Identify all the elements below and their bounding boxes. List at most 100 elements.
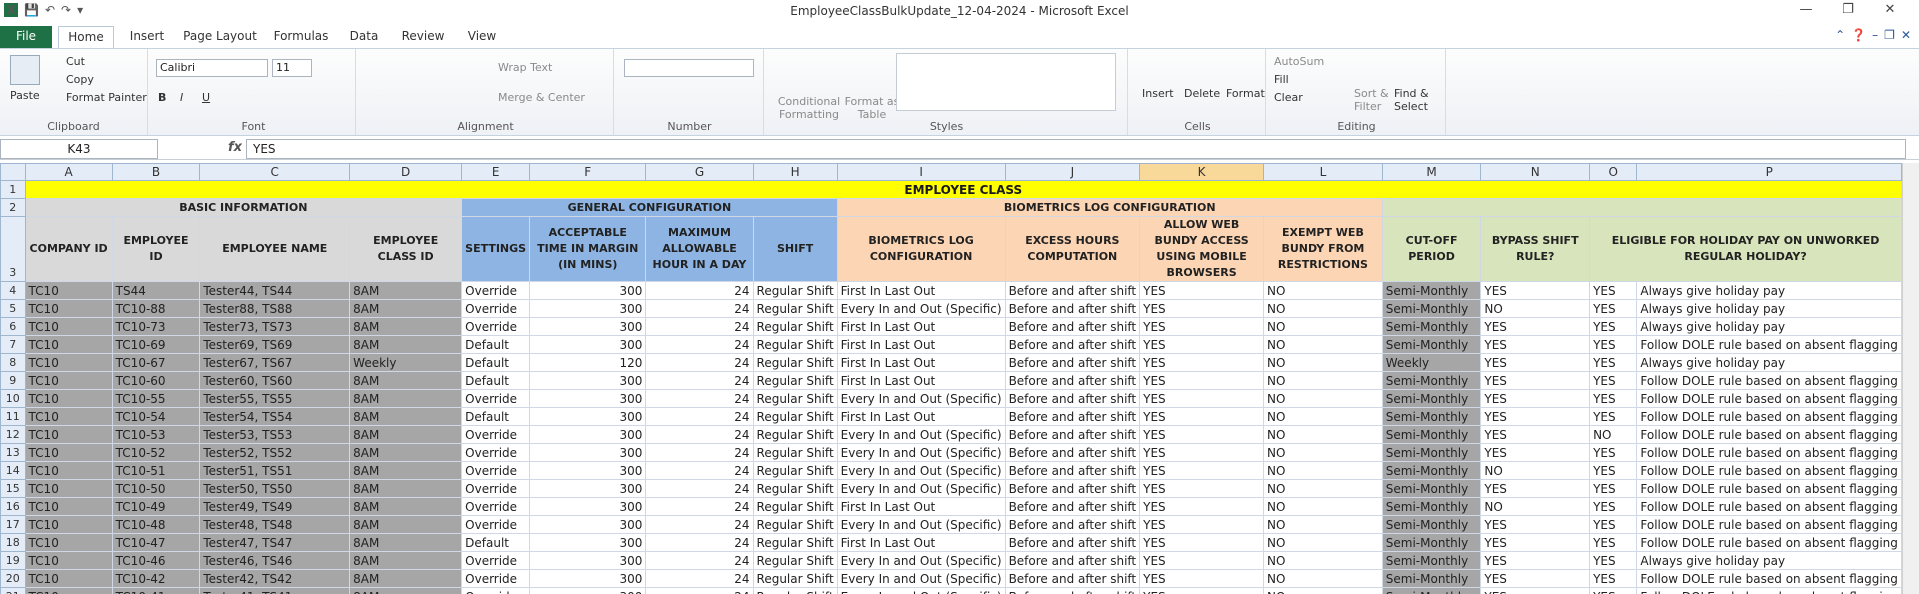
table-cell[interactable]: YES <box>1589 407 1638 426</box>
table-cell[interactable]: Tester69, TS69 <box>199 335 351 354</box>
find-select-button[interactable]: Find & Select <box>1394 87 1442 113</box>
table-cell[interactable]: Default <box>461 533 531 552</box>
table-cell[interactable]: TC10-47 <box>111 533 201 552</box>
table-cell[interactable]: Regular Shift <box>752 299 838 318</box>
table-cell[interactable]: YES <box>1139 497 1265 516</box>
table-cell[interactable]: TC10-50 <box>111 479 201 498</box>
column-header-h[interactable]: H <box>752 163 838 181</box>
table-cell[interactable]: YES <box>1589 299 1638 318</box>
table-cell[interactable]: 300 <box>529 479 647 498</box>
table-cell[interactable]: 8AM <box>349 407 463 426</box>
table-cell[interactable]: YES <box>1589 443 1638 462</box>
table-cell[interactable]: Tester46, TS46 <box>199 551 351 570</box>
column-title[interactable]: EMPLOYEE NAME <box>199 216 351 282</box>
redo-icon[interactable]: ↷ <box>61 3 71 17</box>
italic-icon[interactable]: I <box>180 91 183 104</box>
table-cell[interactable]: TC10-73 <box>111 317 201 336</box>
table-cell[interactable]: Semi-Monthly <box>1381 587 1482 594</box>
table-cell[interactable]: Override <box>461 497 531 516</box>
table-cell[interactable]: 300 <box>529 407 647 426</box>
table-cell[interactable]: 300 <box>529 425 647 444</box>
table-cell[interactable]: 8AM <box>349 551 463 570</box>
table-cell[interactable]: Before and after shift <box>1004 533 1141 552</box>
row-header[interactable]: 13 <box>0 443 26 462</box>
workbook-close-icon[interactable]: ✕ <box>1901 28 1911 42</box>
table-cell[interactable]: 300 <box>529 317 647 336</box>
table-cell[interactable]: 24 <box>645 461 754 480</box>
table-cell[interactable]: Override <box>461 389 531 408</box>
table-cell[interactable]: TC10 <box>24 389 113 408</box>
table-cell[interactable]: NO <box>1480 461 1591 480</box>
table-cell[interactable]: NO <box>1263 335 1383 354</box>
table-cell[interactable]: 8AM <box>349 281 463 300</box>
table-cell[interactable]: TC10-49 <box>111 497 201 516</box>
table-cell[interactable]: YES <box>1139 317 1265 336</box>
table-cell[interactable]: Every In and Out (Specific) <box>836 425 1006 444</box>
table-cell[interactable]: 120 <box>529 353 647 372</box>
table-cell[interactable]: 24 <box>645 389 754 408</box>
delete-cells-button[interactable]: Delete <box>1184 87 1220 100</box>
table-cell[interactable]: TC10-88 <box>111 299 201 318</box>
table-cell[interactable]: Follow DOLE rule based on absent flaggin… <box>1636 533 1902 552</box>
table-cell[interactable]: 24 <box>645 299 754 318</box>
tab-page-layout[interactable]: Page Layout <box>182 26 258 48</box>
table-cell[interactable]: Override <box>461 479 531 498</box>
column-title[interactable]: COMPANY ID <box>24 216 113 282</box>
table-cell[interactable]: Semi-Monthly <box>1381 425 1482 444</box>
table-cell[interactable]: Override <box>461 317 531 336</box>
table-cell[interactable]: YES <box>1589 497 1638 516</box>
column-title[interactable]: EXCESS HOURS COMPUTATION <box>1004 216 1141 282</box>
table-cell[interactable]: TC10 <box>24 443 113 462</box>
table-cell[interactable]: YES <box>1139 299 1265 318</box>
tab-file[interactable]: File <box>0 26 52 48</box>
table-cell[interactable]: YES <box>1589 317 1638 336</box>
table-cell[interactable]: Before and after shift <box>1004 479 1141 498</box>
table-cell[interactable]: Before and after shift <box>1004 353 1141 372</box>
general-config-header[interactable]: GENERAL CONFIGURATION <box>461 198 838 217</box>
table-cell[interactable]: 24 <box>645 407 754 426</box>
table-cell[interactable]: NO <box>1263 281 1383 300</box>
table-cell[interactable]: Tester52, TS52 <box>199 443 351 462</box>
table-cell[interactable]: TC10-60 <box>111 371 201 390</box>
table-cell[interactable]: YES <box>1139 515 1265 534</box>
table-cell[interactable]: NO <box>1263 497 1383 516</box>
table-cell[interactable]: YES <box>1589 353 1638 372</box>
row-header[interactable]: 6 <box>0 317 26 336</box>
table-cell[interactable]: Semi-Monthly <box>1381 569 1482 588</box>
table-cell[interactable]: TC10 <box>24 299 113 318</box>
table-cell[interactable]: 8AM <box>349 371 463 390</box>
table-cell[interactable]: NO <box>1263 479 1383 498</box>
table-cell[interactable]: Always give holiday pay <box>1636 299 1902 318</box>
table-cell[interactable]: TC10-52 <box>111 443 201 462</box>
table-cell[interactable]: Semi-Monthly <box>1381 317 1482 336</box>
table-cell[interactable]: Default <box>461 407 531 426</box>
font-name-combo[interactable]: Calibri <box>156 59 268 77</box>
employee-class-header-fill[interactable] <box>1381 198 1902 217</box>
table-cell[interactable]: NO <box>1589 425 1638 444</box>
table-cell[interactable]: Always give holiday pay <box>1636 353 1902 372</box>
table-cell[interactable]: 8AM <box>349 569 463 588</box>
table-cell[interactable]: YES <box>1139 569 1265 588</box>
table-cell[interactable]: Follow DOLE rule based on absent flaggin… <box>1636 461 1902 480</box>
underline-icon[interactable]: U <box>202 91 210 104</box>
fill-button[interactable]: Fill <box>1274 73 1289 86</box>
conditional-formatting-button[interactable]: Conditional Formatting <box>770 95 848 121</box>
table-cell[interactable]: NO <box>1263 461 1383 480</box>
table-cell[interactable]: Weekly <box>1381 353 1482 372</box>
column-header-a[interactable]: A <box>24 163 113 181</box>
table-cell[interactable]: 300 <box>529 533 647 552</box>
table-cell[interactable]: Every In and Out (Specific) <box>836 389 1006 408</box>
format-cells-button[interactable]: Format <box>1226 87 1265 100</box>
table-cell[interactable]: Follow DOLE rule based on absent flaggin… <box>1636 371 1902 390</box>
table-cell[interactable]: YES <box>1139 533 1265 552</box>
table-cell[interactable]: TC10 <box>24 479 113 498</box>
table-cell[interactable]: First In Last Out <box>836 335 1006 354</box>
table-cell[interactable]: 24 <box>645 587 754 594</box>
table-cell[interactable]: TC10-51 <box>111 461 201 480</box>
biometrics-config-header[interactable]: BIOMETRICS LOG CONFIGURATION <box>836 198 1383 217</box>
table-cell[interactable]: Before and after shift <box>1004 587 1141 594</box>
table-cell[interactable]: YES <box>1139 371 1265 390</box>
table-cell[interactable]: Every In and Out (Specific) <box>836 515 1006 534</box>
column-header-c[interactable]: C <box>199 163 351 181</box>
table-cell[interactable]: Every In and Out (Specific) <box>836 443 1006 462</box>
